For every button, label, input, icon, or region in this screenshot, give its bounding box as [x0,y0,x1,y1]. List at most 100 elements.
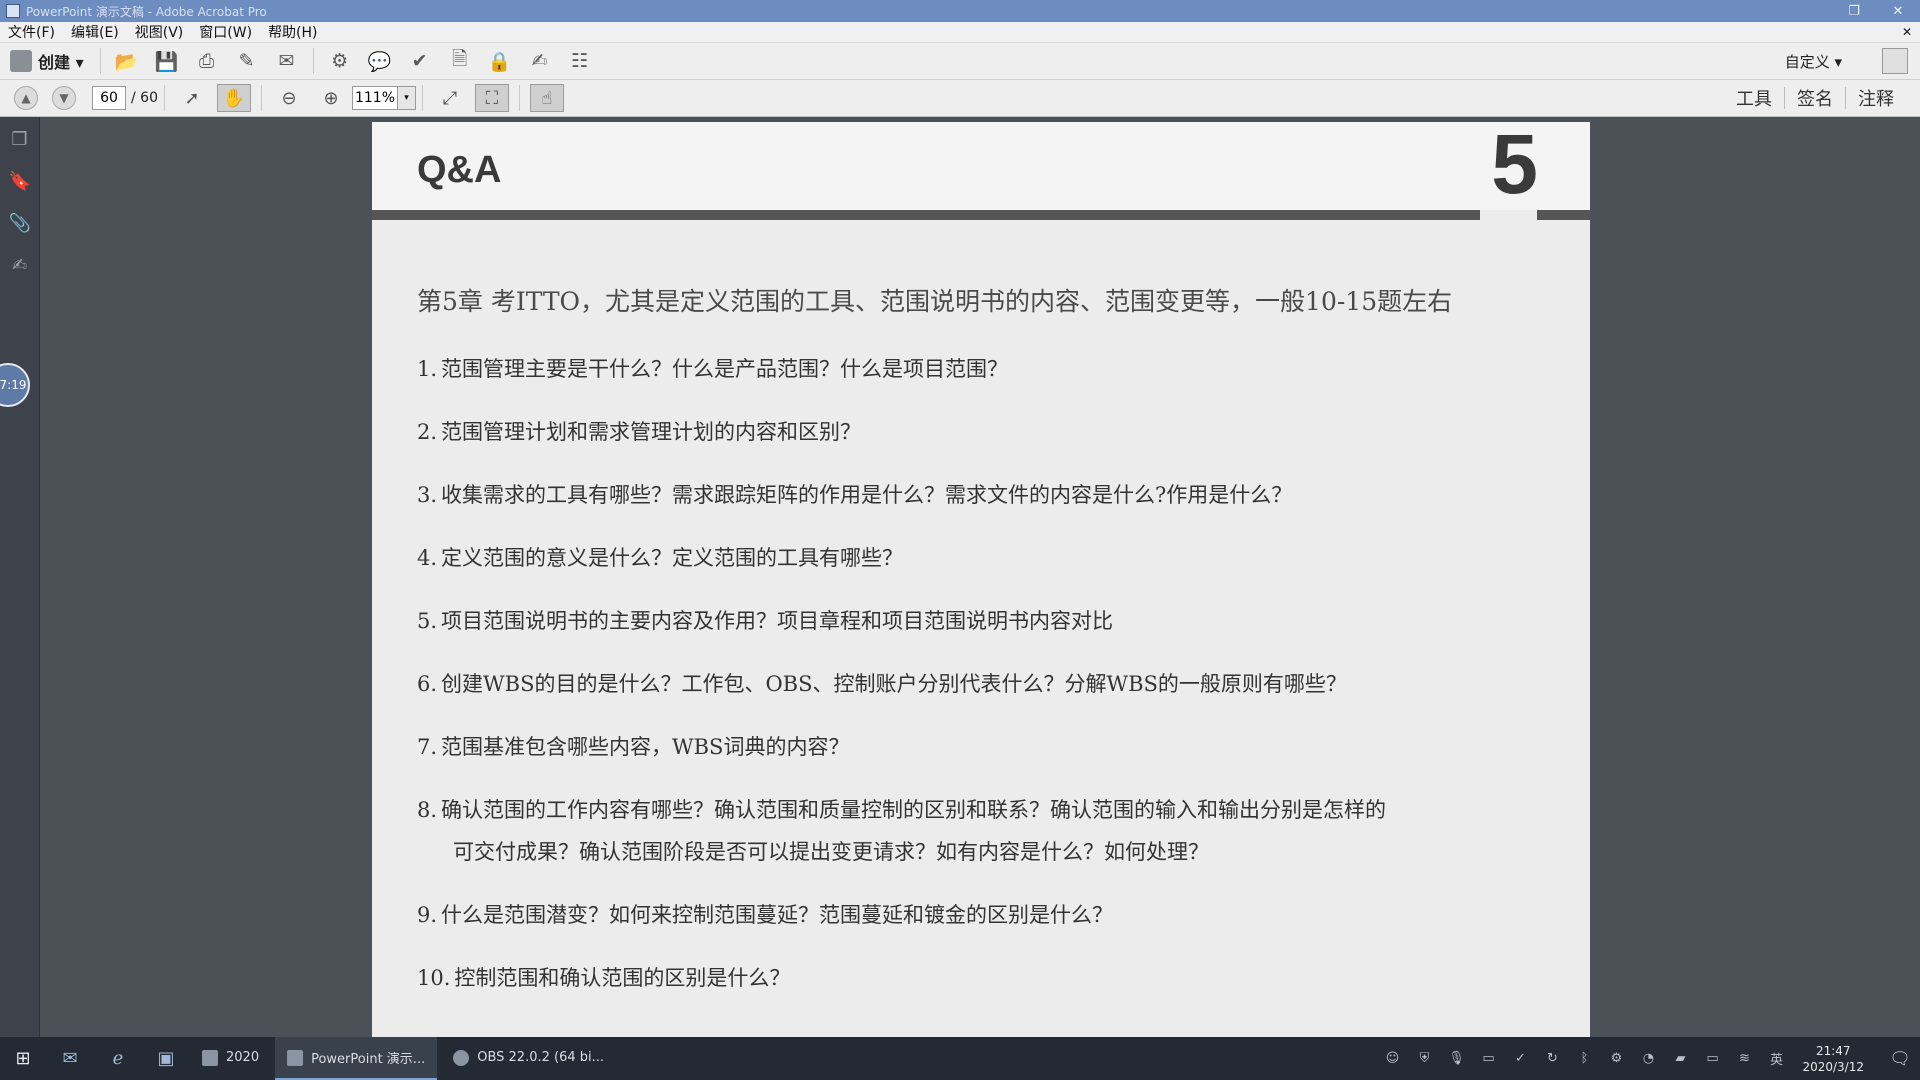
tray-shield-icon[interactable]: ⛨ [1408,1051,1440,1066]
question-text: 收集需求的工具有哪些？需求跟踪矩阵的作用是什么？需求文件的内容是什么?作用是什么… [441,483,1293,507]
question-number: 5. [417,609,438,633]
menu-help[interactable]: 帮助(H) [260,22,325,42]
document-page: Q&A 5 第5章 考ITTO，尤其是定义范围的工具、范围说明书的内容、范围变更… [372,122,1590,1037]
question-item: 1. 范围管理主要是干什么？什么是产品范围？什么是项目范围？ [417,348,1557,390]
previous-page-icon[interactable]: ▲ [14,86,38,110]
taskbar-obs[interactable]: OBS 22.0.2 (64 bi... [441,1037,616,1080]
tray-display-icon[interactable]: ▭ [1472,1051,1504,1066]
page-thumbnails-icon[interactable]: ❐ [9,129,31,151]
document-icon[interactable]: 🗎 [440,46,480,76]
toolbar-separator [99,48,101,74]
tray-wifi-icon[interactable]: ≋ [1728,1051,1760,1066]
menu-bar: 文件(F) 编辑(E) 视图(V) 窗口(W) 帮助(H) ✕ [0,22,1920,43]
customize-dropdown[interactable]: 自定义 ▾ [1785,51,1842,72]
create-button[interactable]: 创建 ▾ [10,49,84,73]
tray-check-icon[interactable]: ✓ [1504,1051,1536,1066]
question-number: 10. [417,966,451,990]
toolbar-separator [518,85,520,111]
tray-bluetooth-icon[interactable]: ᛒ [1568,1051,1600,1066]
tray-chat-icon[interactable]: ▰ [1664,1051,1696,1066]
save-icon[interactable]: 💾 [147,46,187,76]
restore-icon[interactable]: ❐ [1832,4,1876,19]
close-icon[interactable]: ✕ [1876,4,1920,19]
header-divider [1537,210,1590,220]
question-item: 3. 收集需求的工具有哪些？需求跟踪矩阵的作用是什么？需求文件的内容是什么?作用是… [417,474,1557,516]
read-mode-icon[interactable]: ☝ [529,84,564,112]
forms-icon[interactable]: ☷ [560,46,600,76]
edit-icon[interactable]: ✎ [227,46,267,76]
fit-page-icon[interactable]: ⤢ [433,84,467,112]
system-clock[interactable]: 21:47 2020/3/12 [1802,1043,1864,1075]
question-number: 8. [417,798,438,822]
settings-icon[interactable]: ⚙ [320,46,360,76]
menu-file[interactable]: 文件(F) [0,22,63,42]
question-item: 6. 创建WBS的目的是什么？工作包、OBS、控制账户分别代表什么？分解WBS的一… [417,663,1557,705]
tray-battery-icon[interactable]: ▭ [1696,1051,1728,1066]
tray-user-icon[interactable]: ☺ [1376,1051,1408,1066]
main-toolbar: 创建 ▾ 📂 💾 ⎙ ✎ ✉ ⚙ 💬 ✔ 🗎 🔒 ✍ ☷ 自定义 ▾ [0,43,1920,80]
hand-tool-icon[interactable]: ✋ [216,84,251,112]
create-icon [10,50,32,72]
secure-icon[interactable]: 🔒 [480,46,520,76]
zoom-in-icon[interactable]: ⊕ [314,84,348,112]
task-pane-links: 工具 签名 注释 [1724,85,1906,111]
tray-status-icon[interactable]: ◔ [1632,1051,1664,1066]
question-item: 2. 范围管理计划和需求管理计划的内容和区别？ [417,411,1557,453]
folder-icon [202,1049,218,1066]
select-arrow-icon[interactable]: ➚ [175,84,209,112]
zoom-dropdown-icon[interactable]: ▾ [397,86,416,110]
question-item: 4. 定义范围的意义是什么？定义范围的工具有哪些？ [417,537,1557,579]
expand-icon[interactable] [1882,48,1908,74]
sign-link[interactable]: 签名 [1785,85,1845,111]
menu-view[interactable]: 视图(V) [127,22,192,42]
question-text: 定义范围的意义是什么？定义范围的工具有哪些？ [441,546,904,570]
zoom-out-icon[interactable]: ⊖ [272,84,306,112]
acrobat-app-icon [6,4,20,18]
bookmarks-icon[interactable]: 🔖 [9,171,31,193]
question-number: 2. [417,420,438,444]
review-icon[interactable]: ✔ [400,46,440,76]
toolbar-separator [312,48,314,74]
comment-link[interactable]: 注释 [1846,85,1906,111]
question-text: 范围管理计划和需求管理计划的内容和区别？ [441,420,862,444]
question-text: 控制范围和确认范围的区别是什么？ [454,966,791,990]
sign-icon[interactable]: ✍ [520,46,560,76]
store-icon[interactable]: ▣ [142,1037,190,1080]
fit-width-icon[interactable]: ⛶ [474,84,509,112]
open-folder-icon[interactable]: 📂 [107,46,147,76]
clock-date: 2020/3/12 [1802,1059,1864,1074]
tray-sync-icon[interactable]: ↻ [1536,1051,1568,1066]
window-titlebar: PowerPoint 演示文稿 - Adobe Acrobat Pro ❐ ✕ [0,0,1920,22]
document-close-icon[interactable]: ✕ [1902,25,1920,39]
outlook-icon[interactable]: ✉ [46,1037,94,1080]
print-icon[interactable]: ⎙ [187,46,227,76]
question-number: 6. [417,672,438,696]
notification-center-icon[interactable]: 🗨 [1880,1049,1920,1069]
question-item: 5. 项目范围说明书的主要内容及作用？项目章程和项目范围说明书内容对比 [417,600,1557,642]
recording-timer[interactable]: 7:19 [0,363,30,407]
internet-explorer-icon[interactable]: ℯ [94,1037,142,1080]
menu-edit[interactable]: 编辑(E) [63,22,127,42]
tools-link[interactable]: 工具 [1724,85,1784,111]
menu-window[interactable]: 窗口(W) [191,22,260,42]
slide-body: 第5章 考ITTO，尤其是定义范围的工具、范围说明书的内容、范围变更等，一般10… [417,282,1557,1020]
taskbar-folder[interactable]: 2020 [190,1037,271,1080]
next-page-icon[interactable]: ▼ [52,86,76,110]
taskbar-powerpoint-label: PowerPoint 演示... [311,1052,426,1067]
clock-time: 21:47 [1815,1043,1851,1058]
page-number-input[interactable]: 60 [92,86,126,110]
header-divider [372,210,1480,220]
question-text: 什么是范围潜变？如何来控制范围蔓延？范围蔓延和镀金的区别是什么？ [441,903,1114,927]
taskbar-powerpoint[interactable]: PowerPoint 演示... [275,1037,438,1080]
attachments-icon[interactable]: 📎 [9,213,31,235]
system-tray: ☺ ⛨ 🎙 ▭ ✓ ↻ ᛒ ⚙ ◔ ▰ ▭ ≋ 英 21:47 2020/3/1… [1376,1043,1920,1075]
tray-settings-icon[interactable]: ⚙ [1600,1051,1632,1066]
question-item: 8. 确认范围的工作内容有哪些？确认范围和质量控制的区别和联系？确认范围的输入和输… [417,789,1557,873]
ime-indicator[interactable]: 英 [1760,1049,1792,1068]
tray-mic-icon[interactable]: 🎙 [1440,1051,1472,1066]
email-icon[interactable]: ✉ [267,46,307,76]
start-button-icon[interactable]: ⊞ [0,1048,46,1069]
comment-icon[interactable]: 💬 [360,46,400,76]
zoom-level-input[interactable]: 111% [351,86,398,110]
signatures-icon[interactable]: ✍ [9,255,31,277]
